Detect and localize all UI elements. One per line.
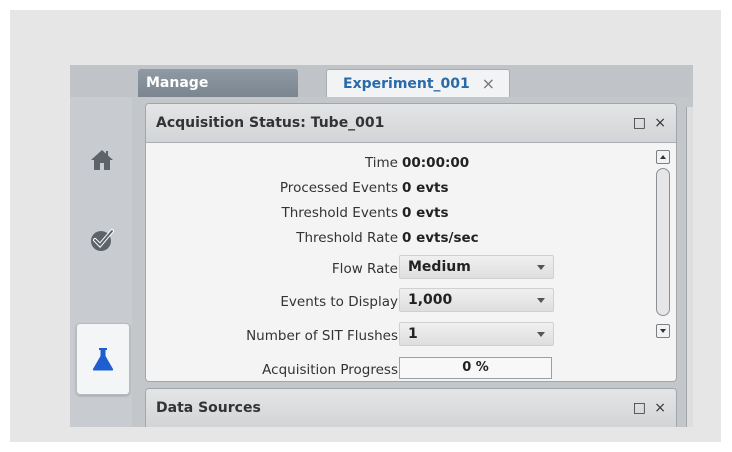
- acquisition-status-panel: Acquisition Status: Tube_001 □ × Time 00…: [145, 103, 677, 382]
- time-row: Time 00:00:00: [146, 152, 666, 174]
- left-navigation: [70, 97, 132, 427]
- panel-header: Acquisition Status: Tube_001 □ ×: [146, 104, 676, 143]
- chevron-down-icon: [537, 265, 545, 270]
- progress-text: 0 %: [462, 360, 489, 375]
- scroll-down-button[interactable]: [656, 324, 670, 338]
- close-icon[interactable]: ×: [654, 104, 666, 142]
- chevron-down-icon: [537, 298, 545, 303]
- flow-rate-dropdown[interactable]: Medium: [399, 255, 554, 279]
- flask-icon: [92, 348, 114, 371]
- restore-icon[interactable]: □: [633, 104, 646, 142]
- tab-experiment-001[interactable]: Experiment_001 ×: [326, 69, 510, 97]
- home-icon: [91, 150, 113, 170]
- acquisition-progress-row: Acquisition Progress 0 %: [146, 357, 666, 381]
- tab-strip: Manage Experiments Experiment_001 ×: [70, 65, 693, 119]
- threshold-events-row: Threshold Events 0 evts: [146, 202, 666, 224]
- acquisition-progress-label: Acquisition Progress: [262, 362, 398, 378]
- events-to-display-row: Events to Display 1,000: [146, 288, 666, 313]
- events-to-display-dropdown[interactable]: 1,000: [399, 288, 554, 312]
- sit-flushes-dropdown[interactable]: 1: [399, 322, 554, 346]
- threshold-events-label: Threshold Events: [281, 205, 398, 221]
- panel-title: Acquisition Status: Tube_001: [156, 115, 385, 131]
- time-label: Time: [364, 155, 398, 171]
- scroll-thumb[interactable]: [656, 168, 670, 316]
- app-window: Manage Experiments Experiment_001 ×: [70, 65, 693, 427]
- threshold-events-value: 0 evts: [402, 205, 449, 221]
- tab-manage-experiments[interactable]: Manage Experiments: [138, 69, 298, 119]
- data-sources-panel: Data Sources □ ×: [145, 388, 677, 427]
- close-icon[interactable]: ×: [654, 389, 666, 427]
- threshold-rate-row: Threshold Rate 0 evts/sec: [146, 227, 666, 249]
- chevron-down-icon: [537, 332, 545, 337]
- sit-flushes-label: Number of SIT Flushes: [246, 328, 398, 344]
- flow-rate-label: Flow Rate: [331, 261, 398, 277]
- close-icon[interactable]: ×: [482, 70, 495, 98]
- processed-events-row: Processed Events 0 evts: [146, 177, 666, 199]
- screenshot-frame: Manage Experiments Experiment_001 ×: [10, 10, 721, 442]
- vertical-scrollbar[interactable]: [656, 150, 672, 338]
- panel-header: Data Sources □ ×: [146, 389, 676, 427]
- threshold-rate-value: 0 evts/sec: [402, 230, 479, 246]
- panel-title: Data Sources: [156, 400, 261, 416]
- adjacent-panel-edge: [686, 107, 693, 427]
- processed-events-label: Processed Events: [279, 180, 398, 196]
- sit-flushes-row: Number of SIT Flushes 1: [146, 322, 666, 347]
- nav-home[interactable]: [76, 125, 128, 195]
- scroll-up-button[interactable]: [656, 150, 670, 164]
- sit-flushes-value: 1: [408, 326, 418, 342]
- events-to-display-value: 1,000: [408, 292, 453, 308]
- processed-events-value: 0 evts: [402, 180, 449, 196]
- time-value: 00:00:00: [402, 155, 470, 171]
- events-to-display-label: Events to Display: [280, 294, 398, 310]
- acquisition-progress-bar: 0 %: [399, 357, 552, 379]
- threshold-rate-label: Threshold Rate: [296, 230, 398, 246]
- nav-experiment[interactable]: [76, 323, 130, 395]
- nav-validate[interactable]: [76, 205, 128, 275]
- flow-rate-value: Medium: [408, 259, 471, 275]
- restore-icon[interactable]: □: [633, 389, 646, 427]
- tab-label: Experiment_001: [343, 76, 470, 92]
- check-badge-icon: [91, 229, 114, 251]
- flow-rate-row: Flow Rate Medium: [146, 255, 666, 280]
